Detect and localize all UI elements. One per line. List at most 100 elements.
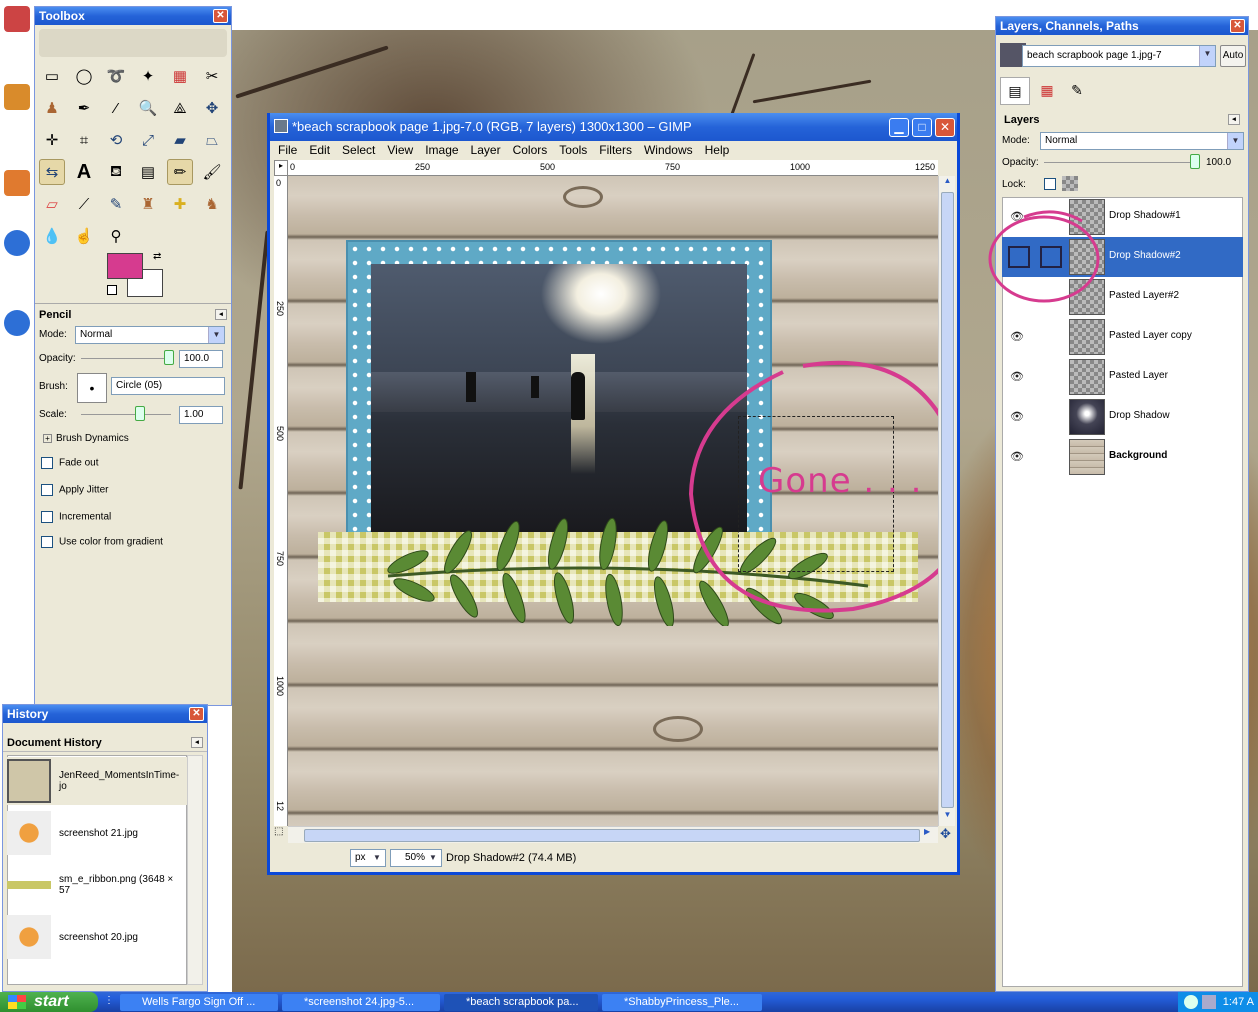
menu-filters[interactable]: Filters <box>599 141 632 160</box>
brush-name-field[interactable]: Circle (05) <box>111 377 225 395</box>
layer-row[interactable]: 👁 Drop Shadow <box>1002 397 1243 437</box>
menu-tools[interactable]: Tools <box>559 141 587 160</box>
layer-opacity-slider[interactable] <box>1044 162 1194 163</box>
task-beach-scrapbook[interactable]: *beach scrapbook pa... <box>444 994 598 1011</box>
eye-icon[interactable]: 👁 <box>1010 450 1024 463</box>
layer-row[interactable]: 👁 Pasted Layer copy <box>1002 317 1243 357</box>
tray-icon[interactable] <box>1184 995 1198 1009</box>
paths-tab-icon[interactable]: ✎ <box>1062 77 1092 105</box>
checkbox[interactable] <box>41 484 53 496</box>
task-wells-fargo[interactable]: Wells Fargo Sign Off ... <box>120 994 278 1011</box>
desktop-app-icon[interactable] <box>4 230 30 256</box>
menu-layer[interactable]: Layer <box>471 141 501 160</box>
scale-spin[interactable]: 1.00 <box>179 406 223 424</box>
mode-select[interactable]: Normal ▼ <box>75 326 225 344</box>
vertical-scrollbar[interactable]: ▲ ▼ <box>938 176 955 826</box>
close-icon[interactable]: ✕ <box>189 707 204 721</box>
perspective-clone-icon[interactable]: ♞ <box>199 191 225 217</box>
perspective-icon[interactable]: ⏢ <box>199 127 225 153</box>
vertical-scrollbar[interactable] <box>187 755 203 985</box>
history-titlebar[interactable]: History ✕ <box>3 705 207 723</box>
desktop-app-icon[interactable] <box>4 84 30 110</box>
layer-row[interactable]: 👁 Background <box>1002 437 1243 477</box>
quick-mask-icon[interactable]: ⬚ <box>274 826 288 843</box>
image-canvas[interactable]: Gone . . . <box>288 176 938 826</box>
history-item[interactable]: screenshot 21.jpg <box>7 809 187 857</box>
measure-icon[interactable]: ⟁ <box>167 95 193 121</box>
color-picker-icon[interactable]: ⁄ <box>103 95 129 121</box>
auto-button[interactable]: Auto <box>1220 45 1246 67</box>
menu-view[interactable]: View <box>387 141 413 160</box>
checkbox[interactable] <box>41 511 53 523</box>
scroll-right-icon[interactable]: ▶ <box>924 827 938 843</box>
panel-menu-icon[interactable]: ◂ <box>215 309 227 320</box>
zoom-icon[interactable]: 🔍 <box>135 95 161 121</box>
horizontal-scrollbar[interactable]: ▶ <box>288 826 938 843</box>
smudge-icon[interactable]: ☝ <box>71 223 97 249</box>
foreground-select-icon[interactable]: ♟ <box>39 95 65 121</box>
lock-pixels-checkbox[interactable] <box>1044 178 1056 190</box>
lock-alpha-icon[interactable] <box>1062 176 1078 191</box>
layer-name[interactable]: Drop Shadow#2 <box>1109 250 1181 261</box>
desktop-app-icon[interactable] <box>4 310 30 336</box>
opacity-slider[interactable] <box>81 358 171 359</box>
layer-opacity-value[interactable]: 100.0 <box>1206 157 1231 168</box>
history-item[interactable]: JenReed_MomentsInTime-jo <box>7 757 187 805</box>
history-item[interactable]: screenshot 20.jpg <box>7 913 187 961</box>
layer-name[interactable]: Drop Shadow#1 <box>1109 210 1181 221</box>
default-colors-icon[interactable] <box>107 285 117 295</box>
fuzzy-select-icon[interactable]: ✦ <box>135 63 161 89</box>
apply-jitter-option[interactable]: Apply Jitter <box>41 484 108 496</box>
menu-edit[interactable]: Edit <box>309 141 330 160</box>
lasso-icon[interactable]: ➰ <box>103 63 129 89</box>
toolbox-titlebar[interactable]: Toolbox ✕ <box>35 7 231 25</box>
ellipse-select-icon[interactable]: ◯ <box>71 63 97 89</box>
panel-menu-icon[interactable]: ◂ <box>191 737 203 748</box>
layer-mode-select[interactable]: Normal ▼ <box>1040 132 1244 150</box>
rotate-icon[interactable]: ⟲ <box>103 127 129 153</box>
minimize-icon[interactable]: ▁ <box>889 118 909 137</box>
scale-slider[interactable] <box>81 414 171 415</box>
checkbox[interactable] <box>41 457 53 469</box>
layer-name[interactable]: Pasted Layer <box>1109 370 1168 381</box>
blend-icon[interactable]: ▤ <box>135 159 161 185</box>
zoom-select[interactable]: 50% ▼ <box>390 849 442 867</box>
scroll-thumb[interactable] <box>941 192 954 808</box>
clone-icon[interactable]: ♜ <box>135 191 161 217</box>
bucket-fill-icon[interactable]: ⛾ <box>103 159 129 185</box>
move-icon[interactable]: ✥ <box>199 95 225 121</box>
quick-launch-icon[interactable]: ⋮ <box>104 995 116 1009</box>
paintbrush-icon[interactable]: 🖌 <box>199 159 225 185</box>
color-select-icon[interactable]: ▦ <box>167 63 193 89</box>
history-item[interactable]: sm_e_ribbon.png (3648 × 57 <box>7 861 187 909</box>
checkbox[interactable] <box>41 536 53 548</box>
scroll-up-icon[interactable]: ▲ <box>940 176 955 191</box>
menu-help[interactable]: Help <box>705 141 730 160</box>
foreground-color-swatch[interactable] <box>107 253 143 279</box>
image-select[interactable]: beach scrapbook page 1.jpg-7 ▼ <box>1022 45 1216 67</box>
fade-out-option[interactable]: Fade out <box>41 457 98 469</box>
eye-icon[interactable]: 👁 <box>1010 410 1024 423</box>
rect-select-icon[interactable]: ▭ <box>39 63 65 89</box>
menu-select[interactable]: Select <box>342 141 375 160</box>
scissors-icon[interactable]: ✂ <box>199 63 225 89</box>
layers-titlebar[interactable]: Layers, Channels, Paths ✕ <box>996 17 1248 35</box>
incremental-option[interactable]: Incremental <box>41 511 111 523</box>
shear-icon[interactable]: ▰ <box>167 127 193 153</box>
navigate-icon[interactable]: ✥ <box>940 826 956 843</box>
close-icon[interactable]: ✕ <box>1230 19 1245 33</box>
eraser-icon[interactable]: ▱ <box>39 191 65 217</box>
scroll-down-icon[interactable]: ▼ <box>940 810 955 825</box>
blur-icon[interactable]: 💧 <box>39 223 65 249</box>
channels-tab-icon[interactable]: ▦ <box>1032 77 1062 105</box>
airbrush-icon[interactable]: ⟋ <box>71 191 97 217</box>
scroll-thumb[interactable] <box>304 829 920 842</box>
flip-icon[interactable]: ⇆ <box>39 159 65 185</box>
maximize-icon[interactable]: □ <box>912 118 932 137</box>
close-icon[interactable]: ✕ <box>213 9 228 23</box>
ink-icon[interactable]: ✎ <box>103 191 129 217</box>
use-gradient-option[interactable]: Use color from gradient <box>41 536 163 548</box>
task-shabby-princess[interactable]: *ShabbyPrincess_Ple... <box>602 994 762 1011</box>
brush-dynamics-expander[interactable]: + Brush Dynamics <box>43 433 129 444</box>
pencil-icon[interactable]: ✏ <box>167 159 193 185</box>
